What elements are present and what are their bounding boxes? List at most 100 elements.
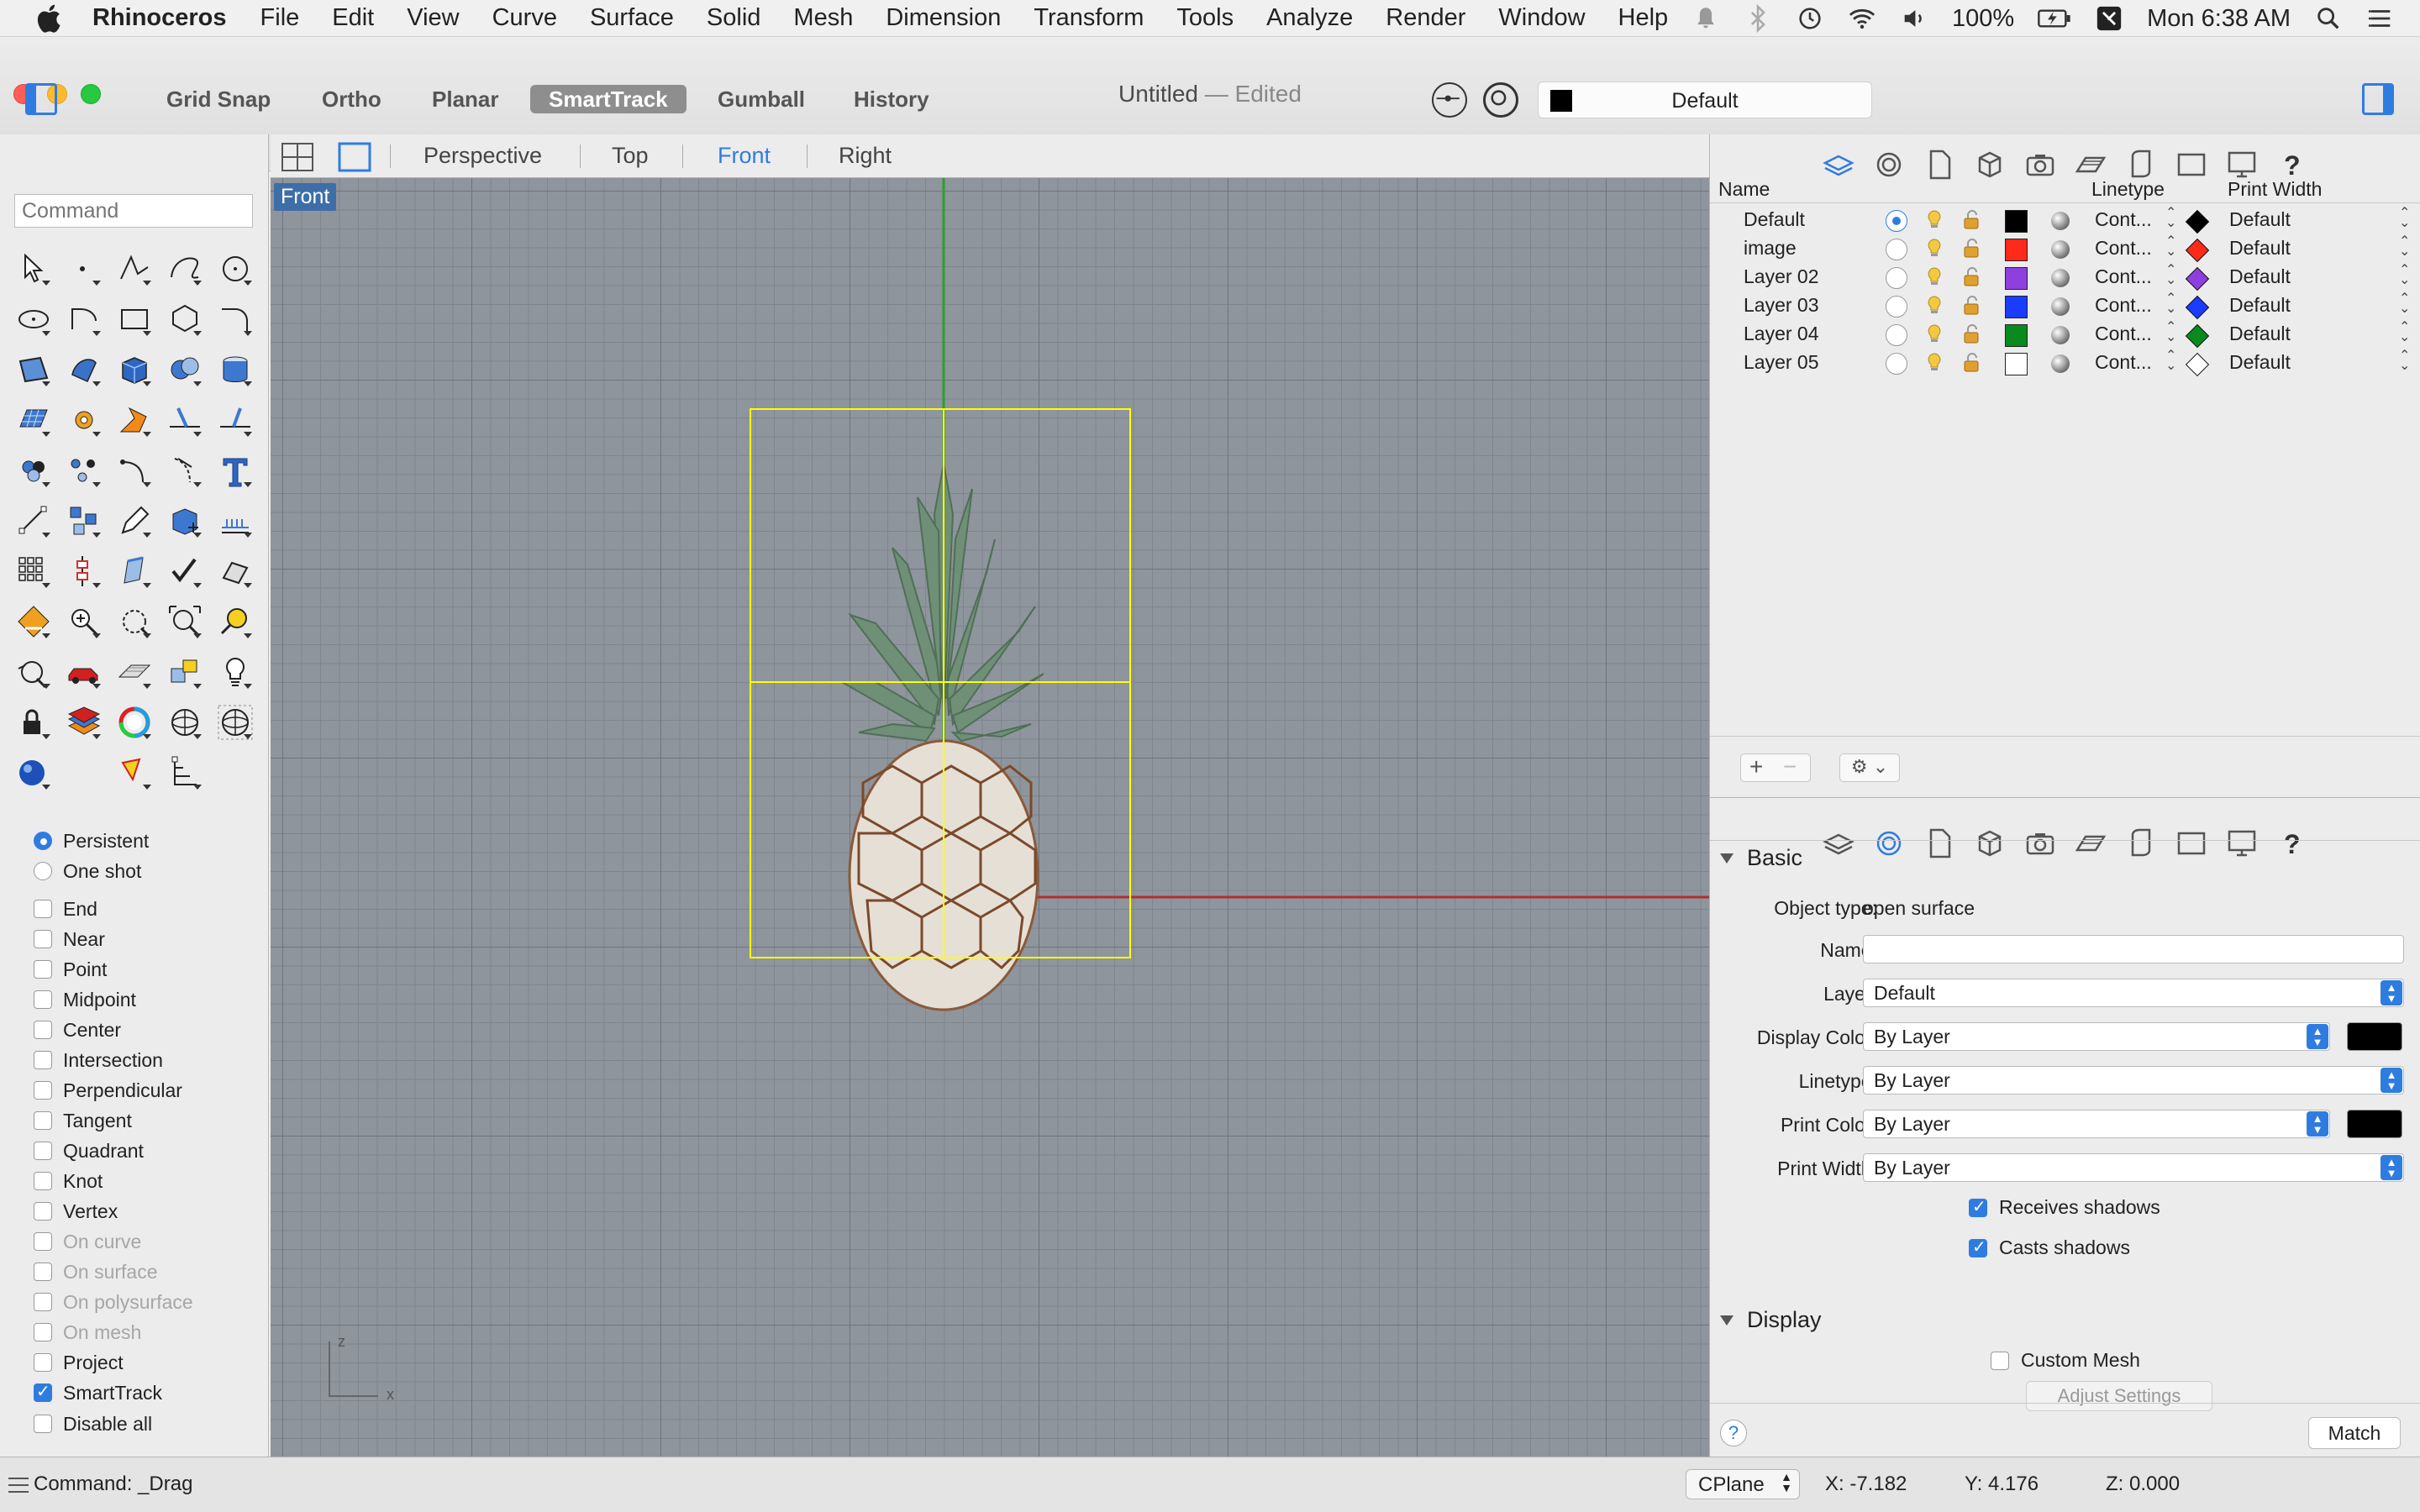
- layer-linetype[interactable]: Cont...: [2095, 351, 2152, 374]
- render-panel-icon[interactable]: [2124, 827, 2158, 860]
- layer-color-swatch[interactable]: [2005, 239, 2028, 261]
- volume-icon[interactable]: [1900, 4, 1928, 33]
- zoom-extents-tool-icon[interactable]: [160, 596, 210, 647]
- layer-row[interactable]: Layer 03 Cont... ⌃ ⌄ Default ⌃ ⌄: [1710, 291, 2420, 320]
- print-width-stepper-icon[interactable]: ⌃ ⌄: [2399, 349, 2410, 373]
- layer-print-width[interactable]: Default: [2229, 265, 2291, 288]
- select-tool-icon[interactable]: [8, 244, 59, 294]
- column-print-width[interactable]: Print Width: [2228, 178, 2322, 201]
- properties-help-button[interactable]: ?: [1720, 1420, 1747, 1446]
- layer-row[interactable]: Layer 02 Cont... ⌃ ⌄ Default ⌃ ⌄: [1710, 262, 2420, 291]
- grid-points-tool-icon[interactable]: [8, 546, 59, 596]
- add-layer-icon[interactable]: +: [1749, 754, 1763, 780]
- layer-material-icon[interactable]: [2051, 354, 2070, 373]
- layer-color-swatch[interactable]: [2005, 296, 2028, 318]
- layer-material-icon[interactable]: [2051, 326, 2070, 344]
- ungroup-tool-icon[interactable]: [59, 445, 109, 496]
- layer-linetype[interactable]: Cont...: [2095, 265, 2152, 288]
- right-sidebar-toggle-icon[interactable]: [2362, 83, 2394, 115]
- layer-name[interactable]: Layer 04: [1744, 323, 1819, 345]
- layer-print-width[interactable]: Default: [2229, 323, 2291, 345]
- current-layer-radio[interactable]: [1886, 239, 1907, 260]
- tab-front[interactable]: Front: [718, 143, 771, 169]
- linetype-stepper-icon[interactable]: ⌃ ⌄: [2165, 292, 2176, 316]
- layer-print-color-icon[interactable]: [2185, 323, 2210, 349]
- explode-tool-icon[interactable]: [109, 395, 160, 445]
- layer-color-swatch[interactable]: [2005, 267, 2028, 290]
- single-viewport-icon[interactable]: [338, 142, 371, 172]
- layer-print-color-icon[interactable]: [2185, 295, 2210, 320]
- column-name[interactable]: Name: [1718, 178, 1770, 201]
- layers-panel-icon[interactable]: [1822, 827, 1855, 860]
- display-panel-icon[interactable]: [1973, 827, 2007, 860]
- notification-center-icon[interactable]: [2366, 4, 2395, 33]
- layer-row[interactable]: Layer 04 Cont... ⌃ ⌄ Default ⌃ ⌄: [1710, 319, 2420, 349]
- wireframe-display-tool-icon[interactable]: [210, 697, 260, 748]
- layer-material-icon[interactable]: [2051, 297, 2070, 316]
- menu-surface[interactable]: Surface: [590, 4, 674, 32]
- layer-print-width[interactable]: Default: [2229, 208, 2291, 231]
- layer-lock-icon[interactable]: [1962, 294, 1982, 316]
- osnap-end-checkbox[interactable]: End: [34, 894, 97, 924]
- notes-panel-icon[interactable]: [1923, 827, 1956, 860]
- menu-window[interactable]: Window: [1498, 4, 1585, 32]
- custom-mesh-checkbox[interactable]: Custom Mesh: [1991, 1349, 2140, 1372]
- osnap-point-checkbox[interactable]: Point: [34, 954, 107, 984]
- osnap-persistent-radio[interactable]: Persistent: [34, 826, 149, 856]
- planar-toggle[interactable]: Planar: [413, 85, 518, 113]
- extrude-surface-tool-icon[interactable]: [59, 344, 109, 395]
- array-tool-icon[interactable]: [59, 496, 109, 546]
- pineapple-image-surface[interactable]: [750, 408, 1131, 1011]
- layer-color-swatch[interactable]: [2005, 324, 2028, 347]
- battery-charging-icon[interactable]: [2038, 4, 2071, 33]
- help-panel-icon[interactable]: ?: [2275, 827, 2309, 860]
- tab-right[interactable]: Right: [839, 143, 892, 169]
- layer-material-icon[interactable]: [2051, 240, 2070, 259]
- osnap-perpendicular-checkbox[interactable]: Perpendicular: [34, 1075, 182, 1105]
- column-linetype[interactable]: Linetype: [2091, 178, 2165, 201]
- layer-material-icon[interactable]: [2051, 269, 2070, 287]
- layer-visibility-bulb-icon[interactable]: [1923, 265, 1945, 287]
- named-view-tool-icon[interactable]: [160, 647, 210, 697]
- osnap-toggle-icon[interactable]: [1432, 82, 1467, 118]
- zoom-window-tool-icon[interactable]: [109, 596, 160, 647]
- apple-icon[interactable]: [34, 2, 67, 35]
- point-tool-icon[interactable]: [59, 244, 109, 294]
- layer-name[interactable]: Layer 03: [1744, 294, 1819, 317]
- rotate-view-tool-icon[interactable]: [8, 647, 59, 697]
- layer-options-gear-icon[interactable]: ⚙ ⌄: [1839, 753, 1900, 782]
- polyline-tool-icon[interactable]: [109, 244, 160, 294]
- current-layer-radio[interactable]: [1886, 324, 1907, 346]
- dimension-ordinate-tool-icon[interactable]: [160, 748, 210, 798]
- solid-boolean-tool-icon[interactable]: [160, 344, 210, 395]
- osnap-one-shot-radio[interactable]: One shot: [34, 856, 141, 886]
- viewport-panel-icon[interactable]: [2225, 827, 2259, 860]
- cutting-plane-tool-icon[interactable]: [210, 546, 260, 596]
- cplane-tool-icon[interactable]: [109, 647, 160, 697]
- cplane-select[interactable]: CPlane ▲ ▼: [1686, 1469, 1800, 1499]
- menu-file[interactable]: File: [260, 4, 300, 32]
- current-layer-radio[interactable]: [1886, 296, 1907, 318]
- menu-solid[interactable]: Solid: [707, 4, 761, 32]
- dimension-tool-icon[interactable]: [8, 496, 59, 546]
- current-layer-radio[interactable]: [1886, 353, 1907, 375]
- menu-mesh[interactable]: Mesh: [793, 4, 853, 32]
- osnap-disable-all-checkbox[interactable]: Disable all: [34, 1415, 152, 1433]
- layer-row[interactable]: Layer 05 Cont... ⌃ ⌄ Default ⌃ ⌄: [1710, 348, 2420, 377]
- osnap-tangent-checkbox[interactable]: Tangent: [34, 1105, 132, 1136]
- current-layer-radio[interactable]: [1886, 210, 1907, 232]
- osnap-midpoint-checkbox[interactable]: Midpoint: [34, 984, 136, 1015]
- layer-lock-icon[interactable]: [1962, 237, 1982, 259]
- trim-tool-icon[interactable]: [160, 395, 210, 445]
- print-width-stepper-icon[interactable]: ⌃ ⌄: [2399, 235, 2410, 259]
- edit-curve-tool-icon[interactable]: [109, 496, 160, 546]
- ortho-toggle[interactable]: Ortho: [303, 85, 400, 113]
- record-history-icon[interactable]: [1483, 82, 1518, 118]
- layer-linetype[interactable]: Cont...: [2095, 294, 2152, 317]
- layer-print-color-icon[interactable]: [2185, 209, 2210, 234]
- fillet-curve-tool-icon[interactable]: [210, 294, 260, 344]
- light-tool-icon[interactable]: [210, 647, 260, 697]
- casts-shadows-checkbox[interactable]: Casts shadows: [1969, 1236, 2130, 1259]
- bend-tool-icon[interactable]: [160, 445, 210, 496]
- time-machine-icon[interactable]: [1796, 4, 1824, 33]
